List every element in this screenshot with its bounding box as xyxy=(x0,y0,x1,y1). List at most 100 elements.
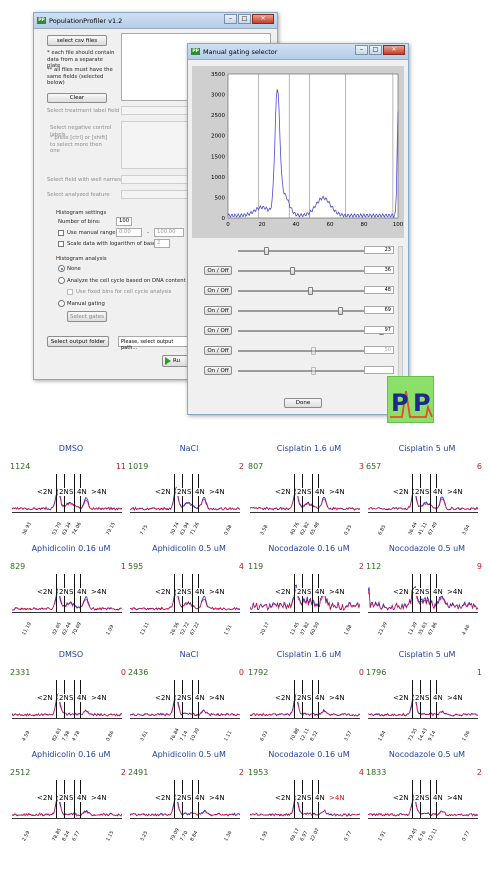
gate-line xyxy=(294,680,295,718)
panel-x-tick: 2.59 xyxy=(22,830,32,843)
phase-label: >4N xyxy=(328,488,346,496)
panel-x-tick: 7.98 xyxy=(62,730,72,743)
panel-x-tick: 1.95 xyxy=(260,830,270,843)
phase-label: <2N xyxy=(36,794,54,802)
phase-label: 4N xyxy=(432,694,444,702)
onoff-button[interactable]: On / Off xyxy=(204,266,232,275)
panel-x-tick: 8.32 xyxy=(310,730,320,743)
phase-label: S xyxy=(306,588,313,596)
phase-label: S xyxy=(186,794,193,802)
gate-slider-thumb[interactable] xyxy=(307,287,313,295)
close-icon[interactable]: ✕ xyxy=(252,14,274,24)
phase-label: S xyxy=(424,694,431,702)
range-max-spinbox[interactable]: 100.00 xyxy=(154,228,184,237)
y-tick-label: 3500 xyxy=(211,72,225,78)
log-base-spinbox[interactable]: 2 xyxy=(154,239,170,248)
maximize-icon[interactable]: □ xyxy=(238,14,251,24)
gate-line xyxy=(412,680,413,718)
result-panel: Aphidicolin 0.16 uM 2512 2 <2N 2N S 4N >4N 2.59 7… xyxy=(10,750,132,846)
radio-dna-analysis[interactable] xyxy=(58,277,65,284)
minimize-icon[interactable]: – xyxy=(224,14,237,24)
gate-value-field[interactable]: 50 xyxy=(364,346,394,354)
panel-x-tick: 0.25 xyxy=(344,524,354,537)
panel-title: Cisplatin 1.6 uM xyxy=(276,444,342,453)
onoff-button[interactable]: On / Off xyxy=(204,286,232,295)
fixed-bins-checkbox[interactable] xyxy=(67,289,73,295)
panel-x-tick: 22.07 xyxy=(310,827,321,843)
gating-minimize-icon[interactable]: – xyxy=(355,45,368,55)
phase-label: <2N xyxy=(274,588,292,596)
gate-scrollbar[interactable] xyxy=(398,246,403,396)
range-min-spinbox[interactable]: 0.00 xyxy=(116,228,142,237)
select-gates-button[interactable]: Select gates xyxy=(67,311,107,322)
panel-title: Cisplatin 5 uM xyxy=(398,650,456,659)
panel-cell-count: 1833 xyxy=(366,768,387,777)
panel-x-tick: 73.55 xyxy=(408,727,419,743)
manual-range-checkbox[interactable] xyxy=(58,230,64,236)
result-panel: Aphidicolin 0.5 uM 2491 2 <2N 2N S 4N >4N 3.25 79… xyxy=(128,750,250,846)
logo-letter-2: P xyxy=(413,389,431,417)
done-button[interactable]: Done xyxy=(284,398,322,408)
clear-button[interactable]: Clear xyxy=(47,93,107,103)
gate-value-field[interactable]: 48 xyxy=(364,286,394,294)
panel-x-tick: 1.06 xyxy=(462,730,472,743)
gate-value-field[interactable]: 97 xyxy=(364,326,394,334)
radio-none-label: None xyxy=(67,266,81,272)
onoff-button[interactable]: On / Off xyxy=(204,346,232,355)
phase-label: >4N xyxy=(446,488,464,496)
select-csv-button[interactable]: select csv files xyxy=(47,35,107,46)
phase-label: 4N xyxy=(76,588,88,596)
gating-close-icon[interactable]: ✕ xyxy=(383,45,405,55)
gate-value-field[interactable]: 36 xyxy=(364,266,394,274)
panel-baseline xyxy=(368,612,478,613)
bins-spinbox[interactable]: 100 xyxy=(116,217,132,226)
well-names-label: Select field with well names xyxy=(47,177,122,183)
phase-label: 4N xyxy=(314,694,326,702)
plot-area xyxy=(227,73,399,219)
phase-label: <2N xyxy=(154,794,172,802)
gate-slider-thumb[interactable] xyxy=(310,367,316,375)
gating-maximize-icon[interactable]: □ xyxy=(369,45,382,55)
panel-x-tick: 1.09 xyxy=(106,624,116,637)
gate-value-field[interactable] xyxy=(364,366,394,374)
onoff-button[interactable]: On / Off xyxy=(204,326,232,335)
panel-x-tick: 30.74 xyxy=(170,521,181,537)
gate-line xyxy=(174,574,175,612)
panel-cell-count: 1796 xyxy=(366,668,387,677)
panel-x-tick: 62.44 xyxy=(62,621,73,637)
gate-line xyxy=(294,780,295,818)
output-path-field[interactable]: Please, select output path... xyxy=(118,336,193,351)
gating-window: PP Manual gating selector – □ ✕ 3500 3000… xyxy=(187,43,409,415)
gate-slider-thumb[interactable] xyxy=(264,247,270,255)
panel-baseline xyxy=(368,818,478,819)
panel-x-tick: 6.85 xyxy=(378,524,388,537)
radio-none[interactable] xyxy=(58,265,65,272)
panel-x-tick: 67.49 xyxy=(428,521,439,537)
phase-label: 4N xyxy=(314,794,326,802)
select-output-button[interactable]: Select output folder xyxy=(47,336,109,347)
onoff-button[interactable]: On / Off xyxy=(204,366,232,375)
panel-x-tick: 70.69 xyxy=(72,621,83,637)
radio-manual-gating[interactable] xyxy=(58,300,65,307)
gate-value-field[interactable]: 23 xyxy=(364,246,394,254)
onoff-button[interactable]: On / Off xyxy=(204,306,232,315)
panel-x-tick: 0.77 xyxy=(344,830,354,843)
radio-manual-label: Manual gating xyxy=(67,301,105,307)
panel-flag-count: 2 xyxy=(358,562,364,571)
panel-x-tick: 62.82 xyxy=(300,521,311,537)
panel-x-tick: 32.65 xyxy=(52,621,63,637)
panel-cell-count: 1019 xyxy=(128,462,149,471)
result-panel: DMSO 1124 11 <2N 2N S 4N >4N 36.93 53.70 63.34 74.0… xyxy=(10,444,132,540)
panel-x-tick: 76.84 xyxy=(170,727,181,743)
panel-title: Nocodazole 0.16 uM xyxy=(268,544,350,553)
panel-x-tick: 3.58 xyxy=(260,524,270,537)
log-scale-checkbox[interactable] xyxy=(58,241,64,247)
gate-slider-thumb[interactable] xyxy=(290,267,296,275)
result-panel: DMSO 2331 0 <2N 2N S 4N >4N 4.59 82.63 7.98 4.78 0.8… xyxy=(10,650,132,746)
panel-x-tick: 8.24 xyxy=(62,830,72,843)
gate-slider-thumb[interactable] xyxy=(338,307,344,315)
phase-label: <2N xyxy=(392,588,410,596)
gate-slider-thumb[interactable] xyxy=(310,347,316,355)
panel-title: Aphidicolin 0.5 uM xyxy=(152,544,226,553)
gate-value-field[interactable]: 69 xyxy=(364,306,394,314)
